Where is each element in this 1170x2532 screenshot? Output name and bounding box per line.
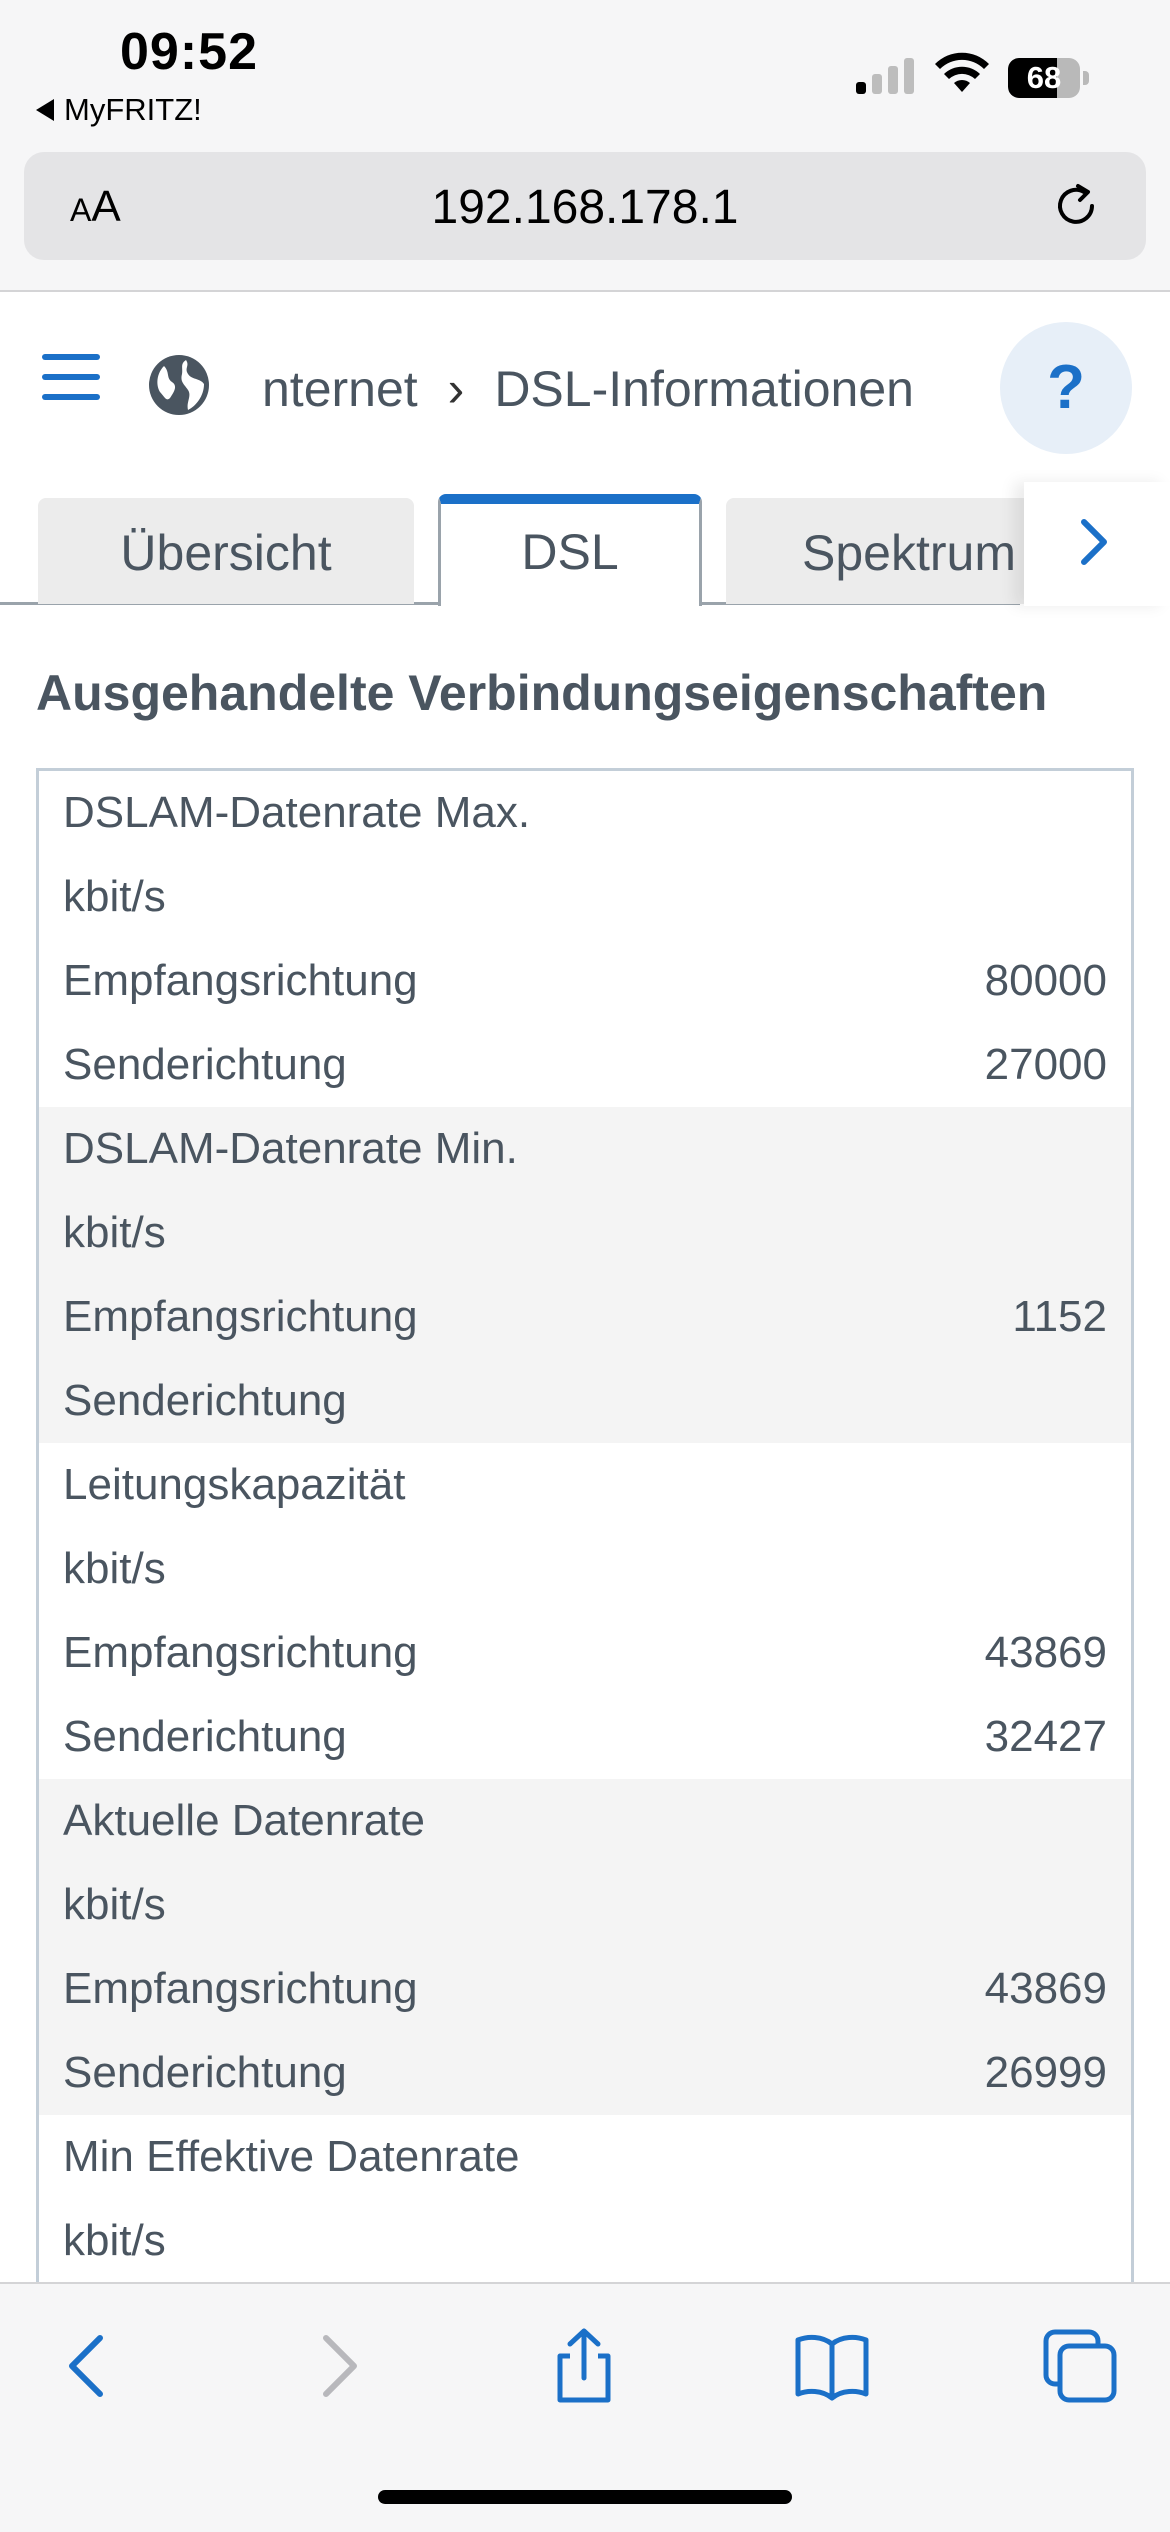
status-bar: 09:52 MyFRITZ! 68	[0, 0, 1170, 150]
group-title-row: Aktuelle Datenrate	[63, 1796, 425, 1845]
help-button[interactable]: ?	[1000, 322, 1132, 454]
table-group: Leitungskapazität kbit/s Empfangsrichtun…	[39, 1443, 1131, 1779]
tab-bar: Übersicht DSL Spektrum	[0, 482, 1170, 606]
bookmarks-icon[interactable]	[792, 2326, 872, 2406]
table-row: Senderichtung 32427	[63, 1712, 1107, 1761]
section-title: Ausgehandelte Verbindungseigenschaften	[36, 665, 1048, 721]
table-group: Min Effektive Datenrate kbit/s	[39, 2115, 1131, 2282]
tab-spektrum[interactable]: Spektrum	[726, 498, 1056, 604]
globe-icon[interactable]	[146, 352, 212, 418]
back-app-label: MyFRITZ!	[64, 92, 202, 127]
back-to-app-link[interactable]: MyFRITZ!	[36, 92, 202, 128]
unit-row: kbit/s	[63, 2216, 166, 2265]
url-text[interactable]: 192.168.178.1	[24, 180, 1146, 235]
tab-scroll-right-button[interactable]	[1024, 482, 1170, 606]
address-bar[interactable]: AA 192.168.178.1	[24, 152, 1146, 260]
tab-dsl[interactable]: DSL	[438, 494, 702, 606]
breadcrumb-current: DSL-Informationen	[494, 361, 914, 417]
home-indicator	[378, 2490, 792, 2504]
table-row: Senderichtung 26999	[63, 2048, 1107, 2097]
table-group: Aktuelle Datenrate kbit/s Empfangsrichtu…	[39, 1779, 1131, 2115]
table-row: Senderichtung 27000	[63, 1040, 1107, 1089]
cellular-signal-icon	[856, 58, 914, 94]
properties-table: DSLAM-Datenrate Max. kbit/s Empfangsrich…	[36, 768, 1134, 2282]
menu-icon[interactable]	[42, 354, 100, 400]
wifi-icon	[935, 52, 989, 92]
table-row: Empfangsrichtung 80000	[63, 956, 1107, 1005]
battery-icon: 68	[1008, 58, 1089, 98]
table-row: Empfangsrichtung 1152	[63, 1292, 1107, 1341]
status-time: 09:52	[120, 23, 258, 81]
chevron-right-icon	[1081, 519, 1107, 565]
breadcrumb-separator: ›	[447, 361, 465, 417]
table-group: DSLAM-Datenrate Min. kbit/s Empfangsrich…	[39, 1107, 1131, 1443]
unit-row: kbit/s	[63, 1880, 166, 1929]
table-row: Empfangsrichtung 43869	[63, 1628, 1107, 1677]
unit-row: kbit/s	[63, 872, 166, 921]
group-title-row: DSLAM-Datenrate Max.	[63, 788, 531, 837]
table-row: Empfangsrichtung 43869	[63, 1964, 1107, 2013]
unit-row: kbit/s	[63, 1544, 166, 1593]
back-icon[interactable]	[48, 2326, 128, 2406]
group-title-row: Leitungskapazität	[63, 1460, 406, 1509]
table-row: Senderichtung	[63, 1376, 347, 1425]
reload-icon[interactable]	[1048, 178, 1104, 234]
breadcrumb-parent[interactable]: nternet	[262, 361, 418, 417]
group-title-row: Min Effektive Datenrate	[63, 2132, 520, 2181]
web-page: nternet › DSL-Informationen ? Übersicht DS…	[0, 292, 1170, 2282]
share-icon[interactable]	[544, 2326, 624, 2406]
back-triangle-icon	[36, 99, 54, 121]
forward-icon[interactable]	[298, 2326, 378, 2406]
breadcrumb: nternet › DSL-Informationen	[262, 360, 992, 418]
table-group: DSLAM-Datenrate Max. kbit/s Empfangsrich…	[39, 771, 1131, 1107]
tabs-icon[interactable]	[1040, 2326, 1120, 2406]
tab-uebersicht[interactable]: Übersicht	[38, 498, 414, 604]
group-title-row: DSLAM-Datenrate Min.	[63, 1124, 518, 1173]
battery-percent: 68	[1026, 60, 1062, 95]
unit-row: kbit/s	[63, 1208, 166, 1257]
